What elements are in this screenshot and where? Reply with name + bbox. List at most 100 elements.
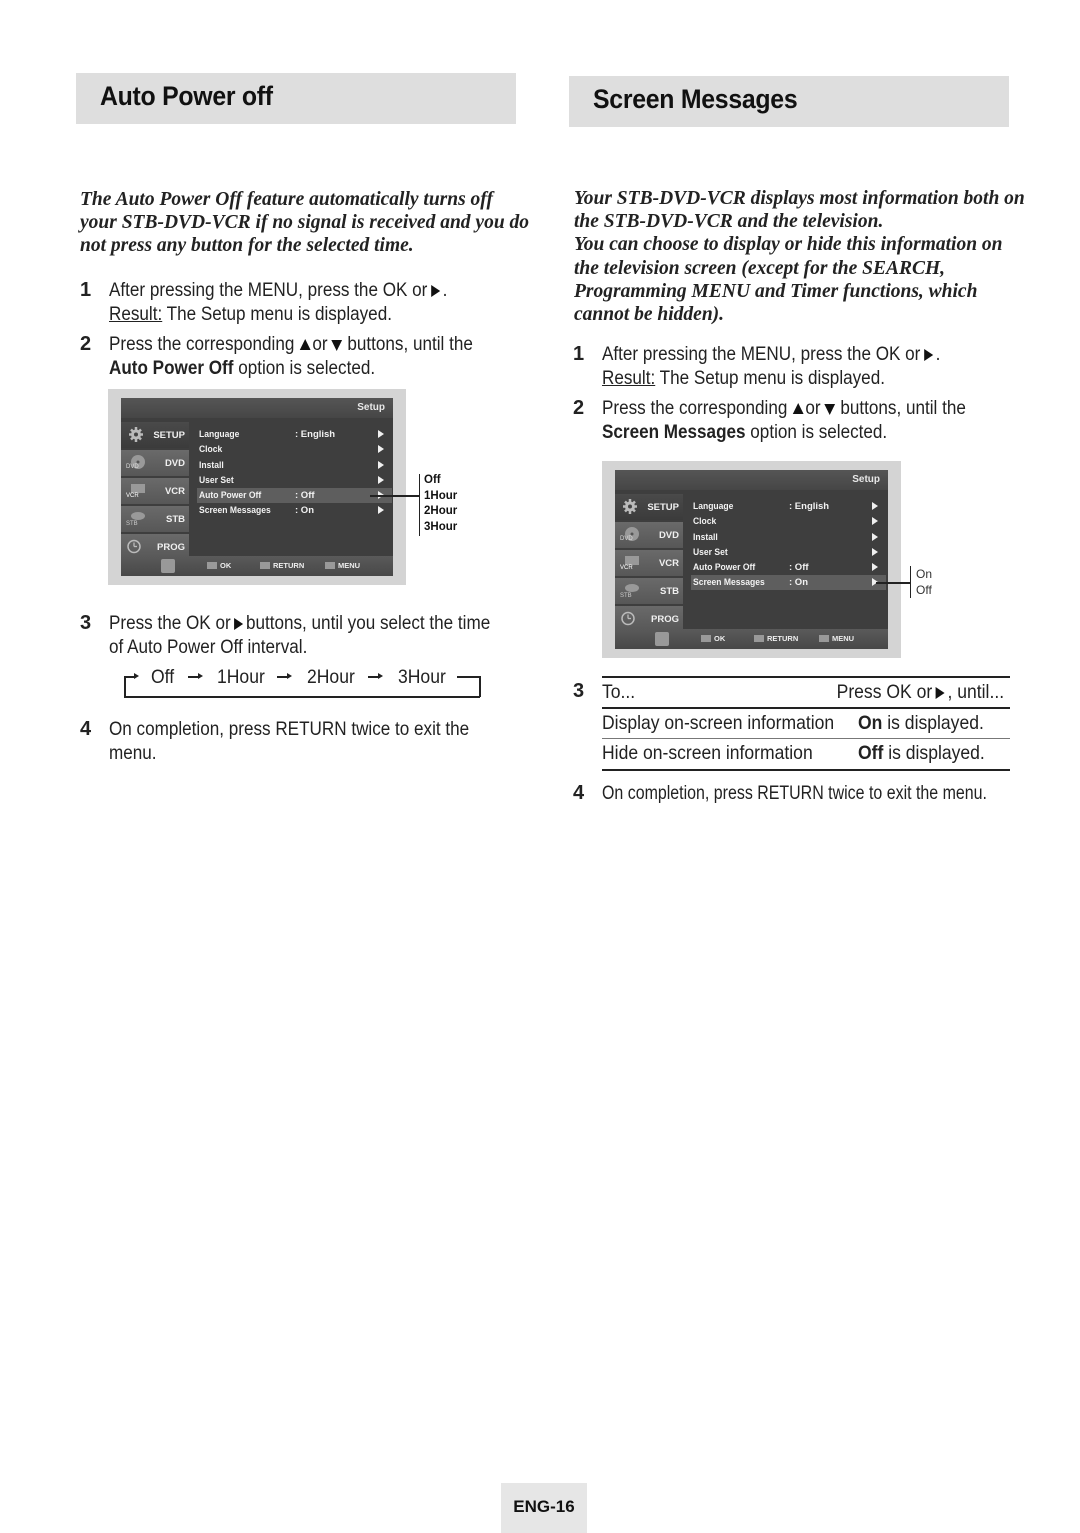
- ok-button-icon: [207, 562, 217, 569]
- callout-line: [876, 582, 910, 584]
- osd-row-name: Clock: [199, 444, 223, 455]
- svg-text:DVD: DVD: [620, 536, 633, 542]
- osd-row-install: Install: [197, 458, 392, 473]
- gear-icon: [623, 499, 637, 514]
- table-rule: [602, 738, 1010, 739]
- arrow-icon: [368, 673, 383, 679]
- osd-row-value: : English: [789, 501, 830, 512]
- osd-row-name: Install: [693, 532, 718, 543]
- step-text: Press the corresponding: [109, 334, 295, 355]
- osd-row-value: : Off: [295, 490, 315, 501]
- table-cell: Display on-screen information: [602, 712, 835, 734]
- cycle-line: [479, 676, 481, 697]
- cycle-item: 3Hour: [398, 666, 446, 688]
- osd-tab-setup: SETUP: [615, 494, 683, 520]
- osd-row-language: Language: English: [197, 427, 392, 442]
- right-arrow-icon: [935, 687, 945, 699]
- right-arrow-icon: [872, 533, 878, 541]
- disc-icon: DVD: [620, 527, 639, 542]
- auto-power-off-intro: The Auto Power Off feature automatically…: [80, 188, 529, 258]
- svg-text:STB: STB: [620, 593, 632, 599]
- right-arrow-icon: [378, 506, 384, 514]
- step-text: On completion, press RETURN twice to exi…: [109, 719, 470, 740]
- step-4: 4 On completion, press RETURN twice to e…: [573, 782, 1023, 808]
- setup-menu-screenshot: Setup SETUP DVD DVD VCR VCR STB STB PROG…: [108, 389, 406, 585]
- osd-row-name: Language: [199, 429, 240, 440]
- osd-bottom-bar: OK RETURN MENU: [121, 556, 393, 576]
- right-arrow-icon: [378, 476, 384, 484]
- down-arrow-icon: [331, 340, 342, 351]
- tape-icon: VCR: [620, 556, 639, 571]
- osd-tab-label: SETUP: [647, 502, 679, 513]
- table-cell: Hide on-screen information: [602, 742, 813, 764]
- step-number: 1: [80, 279, 92, 301]
- satellite-icon: STB: [620, 584, 639, 599]
- osd-hint-label: MENU: [832, 634, 855, 643]
- osd-tab-setup: SETUP: [121, 422, 189, 448]
- header-text: , until...: [947, 681, 1004, 703]
- navigation-pad-icon: [161, 559, 175, 573]
- osd-tab-stb: STB STB: [121, 506, 189, 532]
- option-item: Off: [916, 582, 932, 597]
- osd-tab-label: SETUP: [153, 430, 185, 441]
- osd-return-hint: RETURN: [754, 634, 798, 643]
- step-2: 2 Press the corresponding or buttons, unti…: [80, 333, 520, 381]
- option-item: 1Hour: [424, 489, 458, 502]
- arrow-icon: [188, 673, 203, 679]
- osd-hint-label: OK: [220, 561, 232, 570]
- section-title: Auto Power off: [100, 81, 273, 111]
- cycle-item: 1Hour: [217, 666, 265, 688]
- step-text: Press the corresponding: [602, 398, 788, 419]
- table-rule: [602, 707, 1010, 709]
- intro-line: Programming MENU and Timer functions, wh…: [574, 280, 978, 302]
- right-arrow-icon: [923, 349, 933, 361]
- osd-row-auto-power-off: Auto Power Off: Off: [691, 560, 886, 575]
- osd-row-name: Auto Power Off: [693, 562, 756, 573]
- screen-messages-options: On Off: [916, 567, 932, 598]
- osd-row-value: : On: [295, 505, 314, 516]
- step-text: option is selected.: [745, 421, 888, 443]
- osd-tab-label: STB: [660, 586, 679, 597]
- step-text: menu.: [109, 742, 157, 764]
- table-rule: [602, 769, 1010, 771]
- option-item: Off: [424, 474, 441, 486]
- option-item: 3Hour: [424, 520, 458, 533]
- intro-line: You can choose to display or hide this i…: [574, 234, 1003, 256]
- step-number: 3: [80, 612, 92, 634]
- right-arrow-icon: [378, 461, 384, 469]
- clock-icon: [621, 611, 635, 626]
- result-label: Result:: [602, 367, 656, 389]
- osd-bottom-bar: OK RETURN MENU: [615, 629, 888, 649]
- osd-tab-label: DVD: [164, 458, 185, 469]
- up-arrow-icon: [299, 339, 311, 350]
- osd-tab-vcr: VCR VCR: [121, 478, 189, 504]
- step-number: 3: [573, 680, 585, 702]
- step-1: 1 After pressing the MENU, press the OK …: [573, 343, 1013, 391]
- table-header-cell: Press OK or , until...: [837, 681, 1004, 704]
- step-text: buttons, until the: [347, 334, 473, 355]
- step-number: 4: [80, 718, 92, 740]
- gear-icon: [129, 427, 143, 442]
- tape-icon: VCR: [126, 484, 145, 499]
- step-number: 1: [573, 343, 585, 365]
- intro-line: the STB-DVD-VCR and the television.: [574, 211, 884, 233]
- result-text: The Setup menu is displayed.: [655, 367, 885, 389]
- option-item: On: [916, 567, 933, 581]
- ok-button-icon: [701, 635, 711, 642]
- table-cell: Off is displayed.: [858, 742, 985, 765]
- osd-row-user-set: User Set: [691, 545, 886, 560]
- osd-menu: Setup SETUP DVD DVD VCR VCR STB STB PROG…: [615, 470, 888, 649]
- osd-hint-label: RETURN: [767, 634, 799, 643]
- state-value: Off: [858, 742, 884, 764]
- option-name: Auto Power Off: [109, 357, 234, 379]
- svg-text:DVD: DVD: [126, 464, 139, 470]
- right-arrow-icon: [872, 517, 878, 525]
- osd-top-bar: Setup: [121, 398, 393, 418]
- intro-line: not press any button for the selected ti…: [80, 235, 414, 257]
- osd-row-name: Clock: [693, 516, 717, 527]
- osd-hint-label: RETURN: [273, 561, 305, 570]
- arrow-icon: [125, 673, 139, 679]
- step-text: After pressing the MENU, press the OK or: [109, 280, 428, 301]
- osd-tab-label: VCR: [164, 486, 185, 497]
- osd-top-bar: Setup: [615, 470, 888, 490]
